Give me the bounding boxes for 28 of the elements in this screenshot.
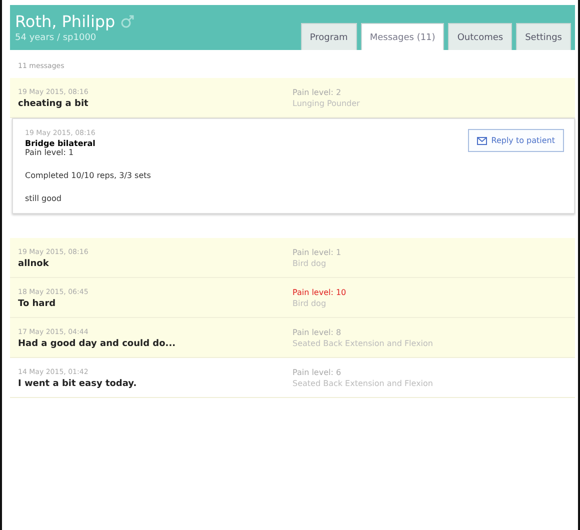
tab[interactable]: Program bbox=[300, 23, 357, 50]
message-text: Had a good day and could do... bbox=[18, 339, 177, 349]
tab[interactable]: Settings bbox=[516, 23, 571, 50]
detail-pain-level: Pain level: 1 bbox=[25, 148, 75, 157]
detail-comment: still good bbox=[25, 194, 62, 203]
male-icon bbox=[121, 15, 134, 28]
exercise-name: Lunging Pounder bbox=[292, 99, 361, 108]
patient-name: Roth, Philipp bbox=[15, 12, 116, 31]
message-text: allnok bbox=[18, 259, 50, 269]
pain-level: Pain level: 8 bbox=[292, 328, 342, 337]
envelope-icon bbox=[477, 136, 488, 144]
detail-exercise: Bridge bilateral bbox=[25, 139, 96, 148]
pain-level: Pain level: 2 bbox=[292, 88, 342, 97]
exercise-name: Seated Back Extension and Flexion bbox=[292, 379, 434, 388]
pain-level: Pain level: 10 bbox=[292, 288, 348, 297]
exercise-name: Bird dog bbox=[292, 259, 328, 268]
reply-button[interactable]: Reply to patient bbox=[468, 129, 564, 152]
patient-subtitle: 54 years / sp1000 bbox=[15, 33, 98, 43]
message-text: I went a bit easy today. bbox=[18, 379, 138, 389]
message-text: To hard bbox=[18, 299, 57, 309]
exercise-name: Bird dog bbox=[292, 299, 328, 308]
pain-level: Pain level: 1 bbox=[292, 248, 342, 257]
pain-level: Pain level: 6 bbox=[292, 368, 342, 377]
message-text: cheating a bit bbox=[18, 99, 90, 109]
exercise-name: Seated Back Extension and Flexion bbox=[292, 339, 434, 348]
tab[interactable]: Messages (11) bbox=[360, 23, 444, 50]
tab[interactable]: Outcomes bbox=[448, 23, 512, 50]
detail-summary: Completed 10/10 reps, 3/3 sets bbox=[25, 171, 151, 180]
